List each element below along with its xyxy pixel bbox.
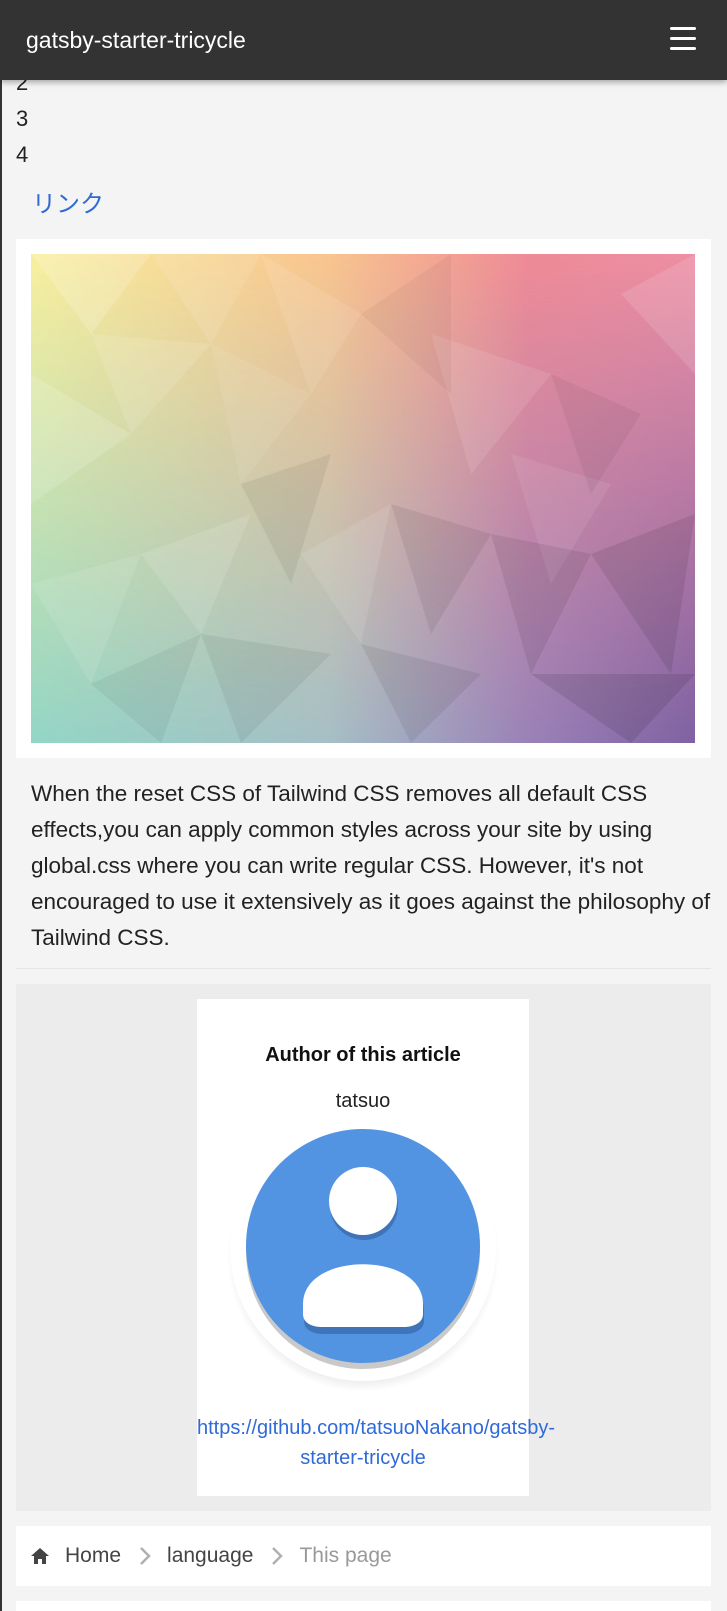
chevron-right-icon <box>272 1547 284 1565</box>
section-divider <box>16 968 711 969</box>
breadcrumb-item-home[interactable]: Home <box>65 1544 121 1568</box>
footer-edge <box>16 1601 711 1611</box>
home-icon[interactable] <box>29 1545 51 1567</box>
author-card: Author of this article tatsuo https://gi… <box>197 999 555 1496</box>
author-github-link[interactable]: https://github.com/tatsuoNakano/gatsby- … <box>197 1413 555 1473</box>
author-link-line2: starter-tricycle <box>300 1447 426 1469</box>
breadcrumb-item-language[interactable]: language <box>167 1544 253 1568</box>
site-header: gatsby-starter-tricycle <box>0 0 727 80</box>
author-name: tatsuo <box>335 1090 391 1112</box>
list-item-number: 3 <box>16 106 29 131</box>
breadcrumb-item-current: This page <box>299 1544 392 1567</box>
site-title-link[interactable]: gatsby-starter-tricycle <box>26 24 246 56</box>
hero-image-frame <box>16 239 711 758</box>
hamburger-menu-icon[interactable] <box>668 26 698 52</box>
author-link-line1: https://github.com/tatsuoNakano/gatsby- <box>197 1417 555 1439</box>
low-poly-hero-image <box>31 254 695 743</box>
author-section: Author of this article tatsuo https://gi… <box>16 984 711 1511</box>
breadcrumb: Home language This page <box>16 1526 711 1586</box>
chevron-right-icon <box>140 1547 151 1565</box>
list-item-number: 4 <box>16 142 29 167</box>
author-heading: Author of this article <box>265 1044 461 1066</box>
article-link[interactable]: リンク <box>32 188 104 220</box>
article-paragraph: When the reset CSS of Tailwind CSS remov… <box>31 781 711 950</box>
page-left-border <box>0 80 2 1611</box>
user-avatar-icon <box>227 1118 499 1390</box>
